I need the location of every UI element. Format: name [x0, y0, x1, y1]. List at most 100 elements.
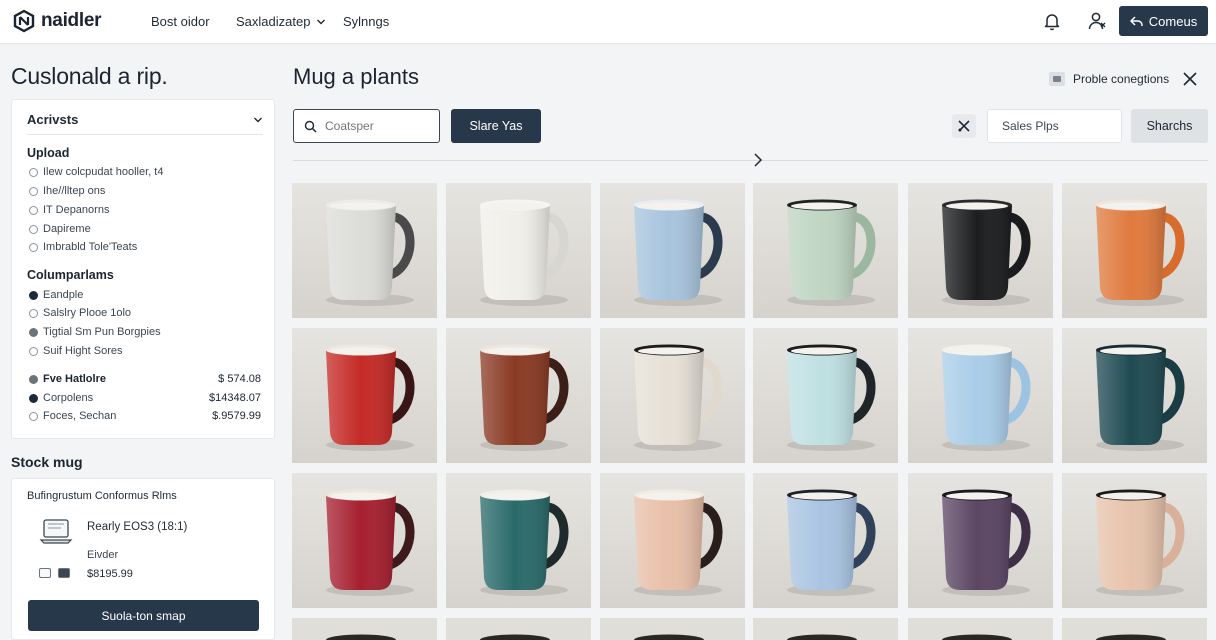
product-tile[interactable] — [446, 618, 591, 640]
tag-icon[interactable] — [39, 568, 51, 578]
upload-option[interactable]: Imbrabld Tole'Teats — [29, 241, 261, 253]
brand-name: naidler — [41, 10, 102, 31]
column-option[interactable]: Salslry Plooe 1olo — [29, 307, 261, 319]
product-tile[interactable] — [292, 183, 437, 318]
stock-item-name: Rearly EOS3 (18:1) — [87, 521, 188, 533]
search-button[interactable]: Slare Yas — [451, 109, 541, 143]
share-icon — [1130, 15, 1143, 26]
mug-image — [446, 473, 591, 608]
product-tile[interactable] — [292, 473, 437, 608]
mug-image — [908, 473, 1053, 608]
product-tile[interactable] — [292, 328, 437, 463]
chevron-down-icon — [317, 19, 326, 24]
logo-icon — [13, 9, 35, 33]
mug-image — [908, 183, 1053, 318]
main-title: Mug a plants — [293, 64, 419, 89]
mug-image — [600, 618, 745, 640]
upload-option[interactable]: IT Depanorns — [29, 204, 261, 216]
user-icon[interactable] — [1086, 10, 1108, 32]
top-nav: naidler Bost oidor Saxladizatep Sylnngs … — [0, 0, 1216, 44]
nav-link-1[interactable]: Bost oidor — [151, 14, 210, 29]
bell-icon[interactable] — [1041, 10, 1063, 32]
nav-link-3[interactable]: Sylnngs — [343, 14, 389, 29]
mug-image — [753, 618, 898, 640]
search-icon — [304, 120, 317, 133]
price-option[interactable]: Foces, Sechan $.9579.99 — [29, 410, 261, 422]
sales-input[interactable] — [987, 109, 1122, 143]
product-tile[interactable] — [446, 183, 591, 318]
secondary-button[interactable]: Sharchs — [1131, 109, 1208, 143]
connections-link[interactable]: Proble conegtions — [1073, 72, 1169, 86]
product-tile[interactable] — [600, 183, 745, 318]
product-tile[interactable] — [908, 618, 1053, 640]
tag-icon[interactable] — [58, 568, 70, 578]
tools-icon — [958, 120, 970, 132]
column-option[interactable]: Eandple — [29, 289, 261, 301]
mug-image — [753, 473, 898, 608]
filter-header[interactable]: Acrivsts — [27, 112, 263, 135]
product-tile[interactable] — [753, 618, 898, 640]
mug-image — [600, 473, 745, 608]
upload-option[interactable]: Ihe//lltep ons — [29, 185, 261, 197]
close-icon[interactable] — [1181, 70, 1199, 88]
product-tile[interactable] — [600, 618, 745, 640]
columns-group-title: Columparlams — [27, 268, 114, 282]
tools-button[interactable] — [952, 114, 976, 138]
product-tile[interactable] — [908, 183, 1053, 318]
column-option[interactable]: Suif Hight Sores — [29, 345, 261, 357]
mug-image — [446, 183, 591, 318]
product-tile[interactable] — [600, 473, 745, 608]
chevron-down-icon — [254, 117, 262, 123]
product-tile[interactable] — [1062, 473, 1207, 608]
product-tile[interactable] — [753, 473, 898, 608]
nav-link-2-dropdown[interactable]: Saxladizatep — [236, 14, 326, 29]
stock-vendor: Eivder — [87, 549, 119, 561]
upload-group-title: Upload — [27, 146, 70, 160]
product-tile[interactable] — [1062, 328, 1207, 463]
brand-logo[interactable]: naidler — [12, 9, 102, 33]
product-tile[interactable] — [753, 183, 898, 318]
mug-image — [1062, 183, 1207, 318]
product-tile[interactable] — [908, 328, 1053, 463]
product-tile[interactable] — [292, 618, 437, 640]
top-right-controls: Proble conegtions — [1049, 70, 1199, 88]
mug-image — [1062, 618, 1207, 640]
upload-option[interactable]: Dapireme — [29, 223, 261, 235]
product-tile[interactable] — [753, 328, 898, 463]
product-tile[interactable] — [1062, 618, 1207, 640]
mug-image — [1062, 328, 1207, 463]
mug-image — [908, 328, 1053, 463]
stock-price: $8195.99 — [87, 568, 133, 580]
mug-image — [292, 618, 437, 640]
price-option[interactable]: Corpolens $14348.07 — [29, 392, 261, 404]
product-tile[interactable] — [1062, 183, 1207, 318]
product-tile[interactable] — [908, 473, 1053, 608]
mug-image — [908, 618, 1053, 640]
laptop-icon — [39, 519, 73, 544]
mug-image — [1062, 473, 1207, 608]
stock-section-title: Stock mug — [11, 454, 83, 470]
cta-button[interactable]: Comeus — [1119, 6, 1208, 36]
stock-action-button[interactable]: Suola-ton smap — [28, 600, 259, 631]
product-tile[interactable] — [446, 473, 591, 608]
mug-image — [753, 183, 898, 318]
mug-image — [446, 618, 591, 640]
search-input[interactable] — [325, 119, 425, 133]
stock-subtitle: Bufingrustum Conformus Rlms — [27, 490, 177, 502]
column-option[interactable]: Tigtial Sm Pun Borgpies — [29, 326, 261, 338]
mug-image — [292, 183, 437, 318]
mug-image — [292, 328, 437, 463]
mug-image — [292, 473, 437, 608]
mug-image — [446, 328, 591, 463]
chevron-right-icon[interactable] — [749, 151, 767, 169]
folder-icon[interactable] — [1049, 72, 1065, 86]
mug-image — [600, 183, 745, 318]
stock-card: Bufingrustum Conformus Rlms Rearly EOS3 … — [11, 478, 275, 640]
search-field[interactable] — [293, 109, 440, 143]
product-tile[interactable] — [446, 328, 591, 463]
upload-option[interactable]: Ilew colcpudat hooller, t4 — [29, 166, 261, 178]
price-option[interactable]: Fve Hatlolre $ 574.08 — [29, 373, 261, 385]
mug-image — [600, 328, 745, 463]
product-tile[interactable] — [600, 328, 745, 463]
filter-panel: Acrivsts Upload Ilew colcpudat hooller, … — [11, 99, 275, 439]
